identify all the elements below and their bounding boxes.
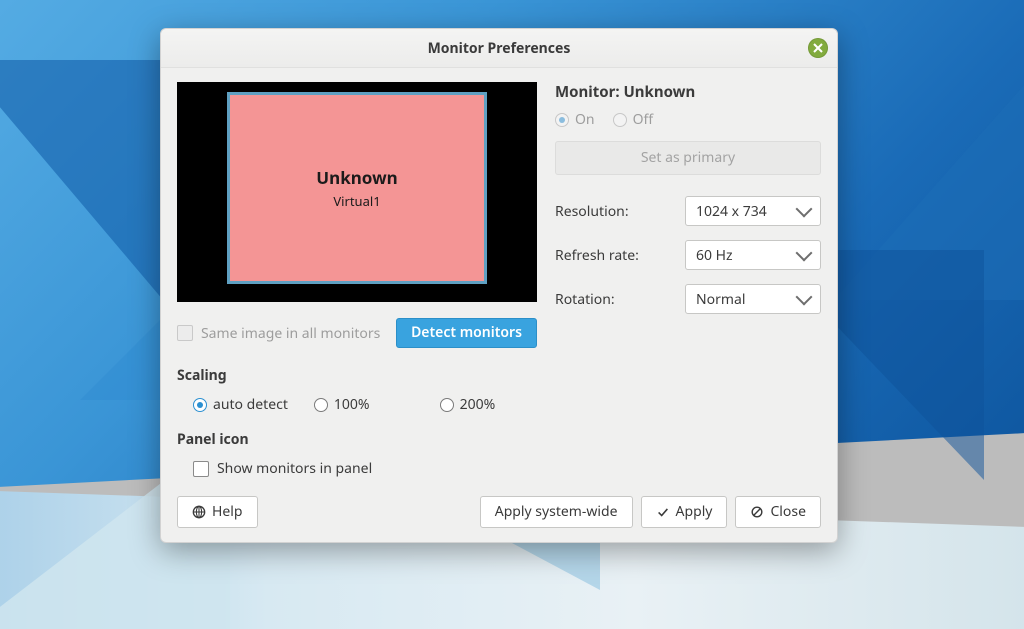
monitor-preferences-window: Monitor Preferences Unknown Virtual1 Sam…: [160, 28, 838, 543]
close-icon: [813, 43, 823, 53]
monitor-preview[interactable]: Unknown Virtual1: [177, 82, 537, 302]
radio-icon: [613, 113, 627, 127]
resolution-combo[interactable]: 1024 x 734: [685, 196, 821, 226]
monitor-preview-display: Unknown Virtual1: [229, 94, 485, 282]
same-image-checkbox: Same image in all monitors: [177, 324, 380, 343]
close-window-button[interactable]: [808, 38, 828, 58]
monitor-on-radio: On: [555, 110, 595, 129]
chevron-down-icon: [796, 201, 813, 218]
scaling-auto-radio[interactable]: auto detect: [193, 395, 288, 414]
rotation-combo[interactable]: Normal: [685, 284, 821, 314]
detect-monitors-button[interactable]: Detect monitors: [396, 318, 537, 348]
scaling-100-radio[interactable]: 100%: [314, 395, 370, 414]
radio-icon: [314, 398, 328, 412]
scaling-200-radio[interactable]: 200%: [440, 395, 496, 414]
chevron-down-icon: [796, 245, 813, 262]
apply-button[interactable]: Apply: [641, 496, 728, 528]
radio-icon: [193, 398, 207, 412]
same-image-label: Same image in all monitors: [201, 324, 380, 343]
prohibit-icon: [750, 505, 764, 519]
show-monitors-checkbox[interactable]: [193, 461, 209, 477]
preview-monitor-name: Unknown: [316, 166, 397, 189]
monitor-off-radio: Off: [613, 110, 654, 129]
check-icon: [656, 505, 670, 519]
refresh-rate-label: Refresh rate:: [555, 246, 685, 265]
rotation-label: Rotation:: [555, 290, 685, 309]
resolution-label: Resolution:: [555, 202, 685, 221]
titlebar: Monitor Preferences: [161, 29, 837, 68]
panel-icon-heading: Panel icon: [177, 430, 821, 449]
help-button[interactable]: Help: [177, 496, 258, 528]
apply-system-wide-button[interactable]: Apply system-wide: [480, 496, 633, 528]
show-monitors-label: Show monitors in panel: [217, 459, 372, 478]
window-title: Monitor Preferences: [428, 39, 571, 58]
preview-connector: Virtual1: [333, 192, 380, 210]
radio-icon: [440, 398, 454, 412]
chevron-down-icon: [796, 289, 813, 306]
set-as-primary-button: Set as primary: [555, 141, 821, 175]
checkbox-icon: [177, 325, 193, 341]
scaling-heading: Scaling: [177, 366, 821, 385]
monitor-heading: Monitor: Unknown: [555, 82, 821, 102]
refresh-rate-combo[interactable]: 60 Hz: [685, 240, 821, 270]
help-icon: [192, 505, 206, 519]
radio-icon: [555, 113, 569, 127]
close-button[interactable]: Close: [735, 496, 821, 528]
